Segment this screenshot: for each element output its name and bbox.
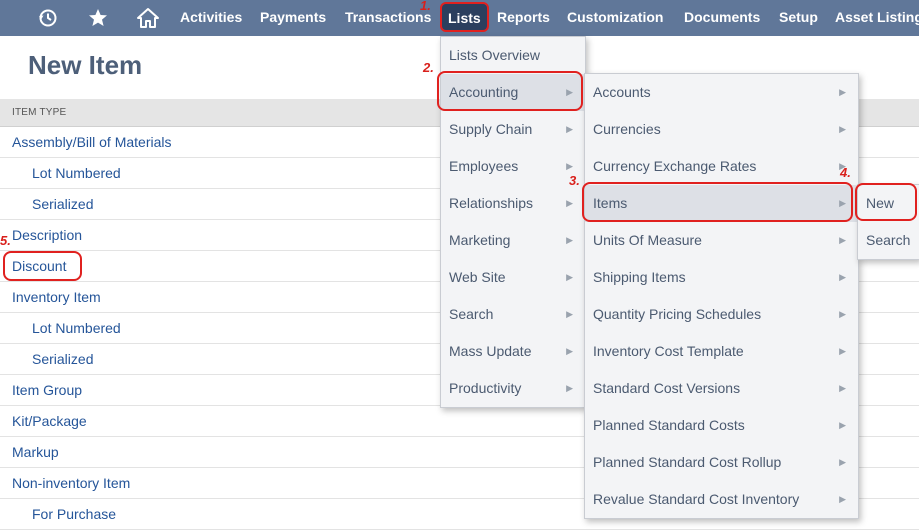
nav-asset-listing[interactable]: Asset Listing — [835, 0, 919, 36]
menu-item-currency-exchange-rates[interactable]: Currency Exchange Rates ▶ — [585, 148, 858, 185]
submenu-arrow-icon: ▶ — [839, 457, 846, 467]
menu-item-label: Planned Standard Costs — [593, 417, 745, 433]
menu-item-revalue-standard-cost-inventory[interactable]: Revalue Standard Cost Inventory ▶ — [585, 481, 858, 518]
submenu-arrow-icon: ▶ — [839, 494, 846, 504]
menu-item-mass-update[interactable]: Mass Update ▶ — [441, 333, 585, 370]
nav-lists[interactable]: Lists — [440, 2, 489, 32]
item-type-link[interactable]: Lot Numbered — [32, 320, 121, 336]
menu-item-label: Shipping Items — [593, 269, 686, 285]
nav-customization[interactable]: Customization — [567, 0, 663, 36]
menu-item-label: Web Site — [449, 269, 506, 285]
annotation-highlight-accounting — [437, 71, 583, 111]
submenu-arrow-icon: ▶ — [839, 235, 846, 245]
menu-item-label: Lists Overview — [449, 47, 541, 63]
menu-item-shipping-items[interactable]: Shipping Items ▶ — [585, 259, 858, 296]
recent-history-icon[interactable] — [36, 0, 60, 36]
step-number-2: 2. — [423, 60, 434, 75]
menu-item-marketing[interactable]: Marketing ▶ — [441, 222, 585, 259]
menu-item-search[interactable]: Search ▶ — [441, 296, 585, 333]
item-type-column-header: ITEM TYPE — [12, 107, 67, 118]
menu-item-label: Planned Standard Cost Rollup — [593, 454, 782, 470]
nav-activities[interactable]: Activities — [180, 0, 242, 36]
menu-item-units-of-measure[interactable]: Units Of Measure ▶ — [585, 222, 858, 259]
menu-item-label: Quantity Pricing Schedules — [593, 306, 762, 322]
top-navigation-bar: Activities Payments Transactions Lists R… — [0, 0, 919, 36]
menu-item-productivity[interactable]: Productivity ▶ — [441, 370, 585, 407]
menu-item-label: Supply Chain — [449, 121, 533, 137]
menu-item-web-site[interactable]: Web Site ▶ — [441, 259, 585, 296]
item-type-link[interactable]: For Purchase — [32, 506, 116, 522]
menu-item-label: Marketing — [449, 232, 511, 248]
accounting-submenu: Accounts ▶ Currencies ▶ Currency Exchange … — [584, 73, 859, 519]
menu-item-quantity-pricing-schedules[interactable]: Quantity Pricing Schedules ▶ — [585, 296, 858, 333]
annotation-highlight-new — [855, 183, 917, 221]
page-title: New Item — [28, 50, 143, 80]
recent-history-icon-svg — [39, 9, 57, 27]
item-type-link[interactable]: Serialized — [32, 196, 93, 212]
item-type-link[interactable]: Kit/Package — [12, 413, 87, 429]
favorites-star-icon[interactable] — [86, 0, 110, 36]
step-number-5: 5. — [0, 233, 11, 248]
item-type-link[interactable]: Markup — [12, 444, 59, 460]
step-number-1: 1. — [420, 0, 431, 13]
submenu-arrow-icon: ▶ — [566, 198, 573, 208]
submenu-arrow-icon: ▶ — [566, 346, 573, 356]
step-number-3: 3. — [569, 173, 580, 188]
menu-item-label: Units Of Measure — [593, 232, 702, 248]
menu-item-employees[interactable]: Employees ▶ — [441, 148, 585, 185]
menu-item-label: Search — [449, 306, 494, 322]
nav-transactions[interactable]: Transactions — [345, 0, 431, 36]
menu-item-label: Currency Exchange Rates — [593, 158, 757, 174]
submenu-arrow-icon: ▶ — [566, 124, 573, 134]
menu-item-accounts[interactable]: Accounts ▶ — [585, 74, 858, 111]
menu-item-label: Mass Update — [449, 343, 532, 359]
menu-item-search-items[interactable]: Search — [858, 222, 919, 259]
menu-item-label: Standard Cost Versions — [593, 380, 741, 396]
menu-item-label: Accounts — [593, 84, 651, 100]
submenu-arrow-icon: ▶ — [839, 420, 846, 430]
home-icon-svg — [137, 8, 159, 28]
step-number-4: 4. — [840, 165, 851, 180]
menu-item-label: Search — [866, 232, 911, 248]
item-type-link[interactable]: Lot Numbered — [32, 165, 121, 181]
menu-item-lists-overview[interactable]: Lists Overview — [441, 37, 585, 74]
submenu-arrow-icon: ▶ — [839, 124, 846, 134]
annotation-highlight-items — [582, 182, 853, 222]
menu-item-label: Productivity — [449, 380, 522, 396]
menu-item-relationships[interactable]: Relationships ▶ — [441, 185, 585, 222]
menu-item-planned-standard-cost-rollup[interactable]: Planned Standard Cost Rollup ▶ — [585, 444, 858, 481]
submenu-arrow-icon: ▶ — [566, 235, 573, 245]
home-icon[interactable] — [135, 0, 161, 36]
item-type-link[interactable]: Inventory Item — [12, 289, 101, 305]
submenu-arrow-icon: ▶ — [566, 272, 573, 282]
menu-item-label: Employees — [449, 158, 519, 174]
annotation-highlight-discount — [3, 251, 82, 281]
menu-item-supply-chain[interactable]: Supply Chain ▶ — [441, 111, 585, 148]
menu-item-label: Revalue Standard Cost Inventory — [593, 491, 800, 507]
item-type-link[interactable]: Non-inventory Item — [12, 475, 130, 491]
star-icon — [89, 9, 107, 26]
item-type-link[interactable]: Description — [12, 227, 82, 243]
nav-reports[interactable]: Reports — [497, 0, 550, 36]
nav-documents[interactable]: Documents — [684, 0, 760, 36]
menu-item-label: Relationships — [449, 195, 534, 211]
menu-item-label: Inventory Cost Template — [593, 343, 744, 359]
menu-item-standard-cost-versions[interactable]: Standard Cost Versions ▶ — [585, 370, 858, 407]
item-type-link[interactable]: Serialized — [32, 351, 93, 367]
submenu-arrow-icon: ▶ — [839, 272, 846, 282]
submenu-arrow-icon: ▶ — [839, 87, 846, 97]
submenu-arrow-icon: ▶ — [566, 309, 573, 319]
submenu-arrow-icon: ▶ — [839, 383, 846, 393]
menu-item-inventory-cost-template[interactable]: Inventory Cost Template ▶ — [585, 333, 858, 370]
nav-payments[interactable]: Payments — [260, 0, 326, 36]
item-type-link[interactable]: Assembly/Bill of Materials — [12, 134, 172, 150]
menu-item-planned-standard-costs[interactable]: Planned Standard Costs ▶ — [585, 407, 858, 444]
submenu-arrow-icon: ▶ — [839, 309, 846, 319]
nav-setup[interactable]: Setup — [779, 0, 818, 36]
submenu-arrow-icon: ▶ — [839, 346, 846, 356]
menu-item-label: Currencies — [593, 121, 661, 137]
submenu-arrow-icon: ▶ — [566, 383, 573, 393]
item-type-link[interactable]: Item Group — [12, 382, 82, 398]
menu-item-currencies[interactable]: Currencies ▶ — [585, 111, 858, 148]
